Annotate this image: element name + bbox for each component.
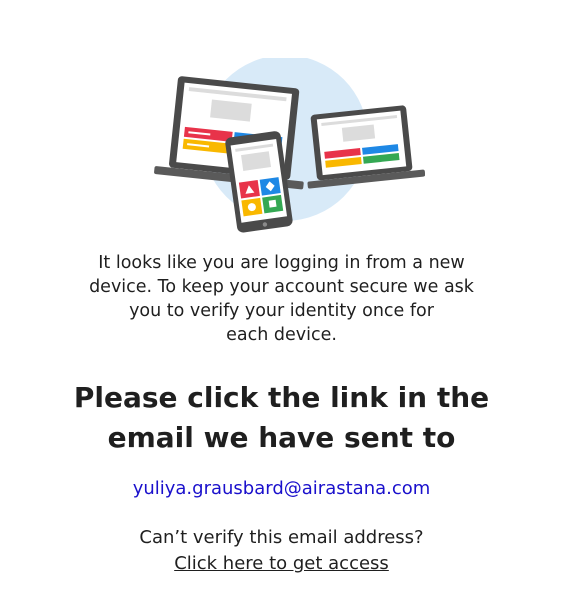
headline-line-1: Please click the link in the xyxy=(73,381,490,414)
message-line-3: you to verify your identity once for xyxy=(129,301,434,321)
headline-line-2: email we have sent to xyxy=(107,421,456,454)
recipient-email: yuliya.grausbard@airastana.com xyxy=(132,478,431,499)
new-device-message: It looks like you are logging in from a … xyxy=(30,251,533,347)
verification-headline: Please click the link in the email we ha… xyxy=(30,378,533,458)
message-line-1: It looks like you are logging in from a … xyxy=(98,253,465,273)
cant-verify-question: Can’t verify this email address? xyxy=(139,527,424,548)
devices-illustration-icon xyxy=(154,58,425,233)
message-line-2: device. To keep your account secure we a… xyxy=(89,277,474,297)
get-access-link[interactable]: Click here to get access xyxy=(174,553,389,574)
help-section: Can’t verify this email address? Click h… xyxy=(30,525,533,577)
message-line-4: each device. xyxy=(226,325,337,345)
